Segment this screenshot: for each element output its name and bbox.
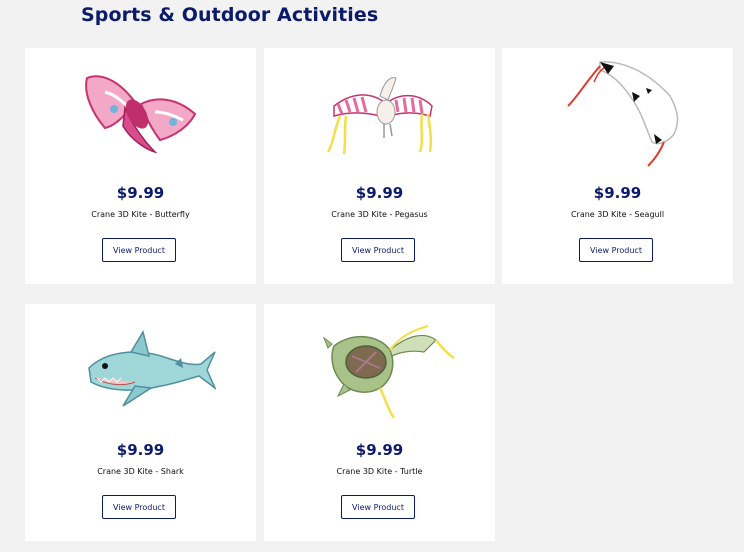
seagull-kite-image[interactable] [542,56,693,168]
product-price: $9.99 [116,184,165,202]
butterfly-kite-image[interactable] [65,56,216,168]
product-card-butterfly[interactable]: $9.99 Crane 3D Kite - Butterfly View Pro… [25,48,256,284]
view-product-button[interactable]: View Product [341,238,415,262]
product-card-shark[interactable]: $9.99 Crane 3D Kite - Shark View Product [25,304,256,541]
pegasus-kite-image[interactable] [304,56,455,168]
product-name[interactable]: Crane 3D Kite - Butterfly [25,210,256,219]
view-product-button[interactable]: View Product [579,238,653,262]
product-name[interactable]: Crane 3D Kite - Turtle [264,467,495,476]
view-product-button[interactable]: View Product [102,238,176,262]
product-price: $9.99 [116,441,165,459]
product-card-turtle[interactable]: $9.99 Crane 3D Kite - Turtle View Produc… [264,304,495,541]
product-price: $9.99 [355,441,404,459]
view-product-button[interactable]: View Product [341,495,415,519]
product-card-pegasus[interactable]: $9.99 Crane 3D Kite - Pegasus View Produ… [264,48,495,284]
product-price: $9.99 [593,184,642,202]
view-product-button[interactable]: View Product [102,495,176,519]
product-name[interactable]: Crane 3D Kite - Pegasus [264,210,495,219]
product-name[interactable]: Crane 3D Kite - Shark [25,467,256,476]
shark-kite-image[interactable] [65,312,216,424]
product-card-seagull[interactable]: $9.99 Crane 3D Kite - Seagull View Produ… [502,48,733,284]
page-title: Sports & Outdoor Activities [81,4,379,26]
product-name[interactable]: Crane 3D Kite - Seagull [502,210,733,219]
product-price: $9.99 [355,184,404,202]
turtle-kite-image[interactable] [304,312,455,424]
